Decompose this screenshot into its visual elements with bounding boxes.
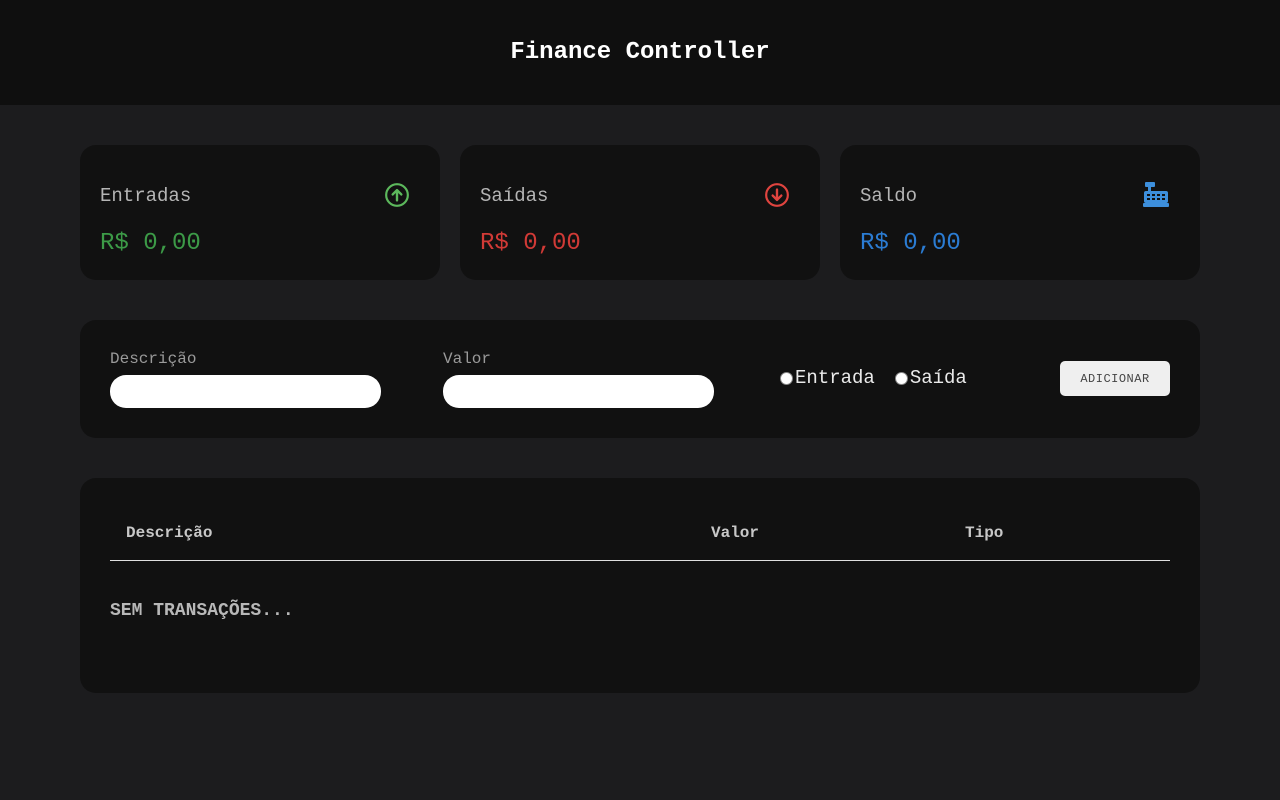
empty-state-message: SEM TRANSAÇÕES...: [110, 601, 294, 621]
radio-option-saida[interactable]: Saída: [894, 367, 967, 389]
column-header-amount: Valor: [711, 524, 760, 542]
description-input[interactable]: [110, 375, 381, 408]
radio-option-entrada[interactable]: Entrada: [780, 367, 875, 389]
expense-card-value: R$ 0,00: [480, 230, 581, 257]
radio-saida[interactable]: [894, 371, 908, 385]
income-card-title: Entradas: [100, 185, 192, 207]
amount-input[interactable]: [443, 375, 714, 408]
balance-card-title: Saldo: [860, 185, 918, 207]
transaction-form: Descrição Valor Entrada Saída ADICIONAR: [80, 320, 1200, 438]
radio-entrada-label: Entrada: [795, 367, 875, 389]
income-card: Entradas R$ 0,00: [80, 145, 440, 280]
expense-card-title: Saídas: [480, 185, 549, 207]
income-card-value: R$ 0,00: [100, 230, 201, 257]
table-header-divider: [110, 560, 1170, 561]
summary-cards: Entradas R$ 0,00 Saídas R$ 0,00 Saldo R$…: [80, 145, 1200, 280]
column-header-type: Tipo: [965, 524, 1004, 542]
type-radio-group: Entrada Saída: [780, 367, 987, 389]
arrow-down-circle-icon: [765, 183, 789, 207]
balance-card-value: R$ 0,00: [860, 230, 961, 257]
column-header-description: Descrição: [126, 524, 213, 542]
amount-label: Valor: [443, 350, 492, 368]
arrow-up-circle-icon: [385, 183, 409, 207]
add-button[interactable]: ADICIONAR: [1060, 361, 1170, 396]
expense-card: Saídas R$ 0,00: [460, 145, 820, 280]
balance-card: Saldo R$ 0,00: [840, 145, 1200, 280]
radio-entrada[interactable]: [780, 371, 793, 385]
radio-saida-label: Saída: [909, 367, 967, 389]
cash-register-icon: [1143, 182, 1169, 207]
transactions-table: Descrição Valor Tipo SEM TRANSAÇÕES...: [80, 478, 1200, 693]
app-header: Finance Controller: [0, 0, 1280, 105]
app-title: Finance Controller: [510, 39, 770, 66]
description-label: Descrição: [110, 350, 197, 368]
